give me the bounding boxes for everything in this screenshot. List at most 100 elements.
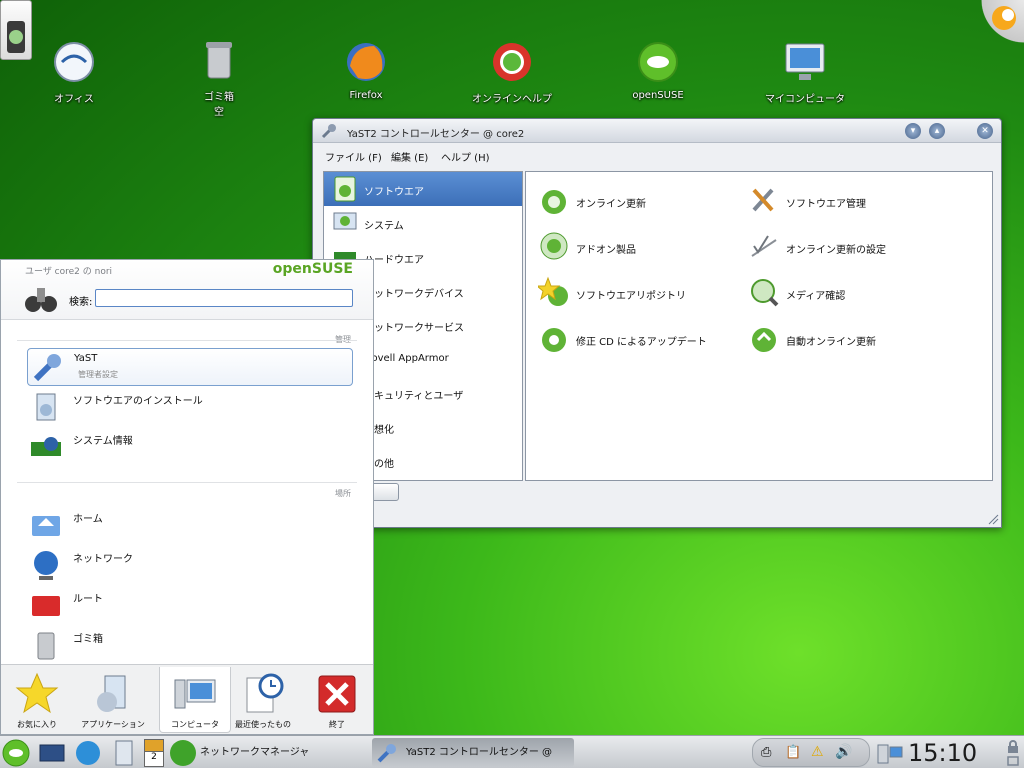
place-network[interactable]: ネットワーク [27,546,353,584]
user-label: ユーザ core2 の nori [25,267,113,277]
module-media-check[interactable]: メディア確認 [748,276,958,310]
recent-clock-icon [246,673,284,713]
tools-icon [752,188,774,212]
show-desktop-icon[interactable] [38,739,66,767]
category-software[interactable]: ソフトウエア [324,172,522,206]
desktop-icon-online-help[interactable]: オンラインヘルプ [464,40,560,105]
menu-help[interactable]: ヘルプ (H) [441,149,490,164]
applications-icon [97,675,126,712]
kickoff-launcher-icon[interactable] [2,739,30,767]
root-folder-icon [32,596,60,616]
browser-globe-icon[interactable] [74,739,102,767]
minimize-button[interactable]: ▾ [905,123,921,139]
volume-icon[interactable]: 🔊 [835,744,852,760]
network-globe-icon [170,740,196,766]
window-title: YaST2 コントロールセンター @ core2 [347,129,525,140]
taskbar: 2 ネットワークマネージャ YaST2 コントロールセンター @ core2 ⎙… [0,735,1024,768]
file-manager-icon[interactable] [110,739,138,767]
magnifier-disc-icon [751,279,779,307]
section-places-label: 場所 [335,489,351,498]
computer-icon [174,679,216,709]
yast-window[interactable]: YaST2 コントロールセンター @ core2 ▾ ▴ ✕ ファイル (F) … [312,118,1002,528]
clipboard-icon[interactable]: 📋 [785,745,801,760]
place-home[interactable]: ホーム [27,506,353,544]
search-input[interactable] [95,289,353,307]
module-addon-products[interactable]: アドオン製品 [538,230,748,264]
desktop-icon-opensuse[interactable]: openSUSE [610,40,706,101]
resize-grip-icon[interactable] [987,513,999,525]
monitor-icon [785,43,825,80]
place-root[interactable]: ルート [27,586,353,624]
menu-edit[interactable]: 編集 (E) [391,149,428,164]
module-patch-cd-update[interactable]: 修正 CD によるアップデート [538,322,748,356]
launcher-item-yast[interactable]: YaST 管理者設定 [27,348,353,386]
category-system[interactable]: システム [324,206,522,240]
lifebuoy-icon [493,43,531,81]
kickoff-tab-bar: お気に入り アプリケーション コンピュータ 最近使ったもの 終了 [1,664,373,734]
desktop-icon-label: Firefox [349,90,383,101]
install-software-icon [36,393,56,421]
launcher-item-software-install[interactable]: ソフトウエアのインストール [27,388,353,426]
desktop-toolbox[interactable] [974,0,1024,46]
divider [17,482,357,483]
star-icon [15,672,59,714]
maximize-button[interactable]: ▴ [929,123,945,139]
module-online-update[interactable]: オンライン更新 [538,184,748,218]
desktop-icon-label: オフィス [54,94,94,105]
menu-file[interactable]: ファイル (F) [325,149,382,164]
clock[interactable]: 15:10 [908,739,977,767]
firefox-icon [347,43,385,81]
trash-icon [37,632,55,660]
kde-cashew-icon [992,6,1016,30]
home-folder-icon [32,516,60,536]
desktop-icon-my-computer[interactable]: マイコンピュータ [757,40,853,105]
printer-icon[interactable]: ⎙ [761,745,771,760]
warning-icon[interactable]: ⚠ [811,744,824,760]
tab-applications[interactable]: アプリケーション [77,667,149,733]
checklist-icon [751,235,777,257]
tab-recent[interactable]: 最近使ったもの [227,667,299,733]
desktop-icon-office[interactable]: オフィス [26,40,122,105]
desktop-icon-firefox[interactable]: Firefox [318,40,414,101]
place-trash[interactable]: ゴミ箱 [27,626,353,664]
pager-desktop-2[interactable]: 2 [145,752,163,762]
task-network-manager[interactable]: ネットワークマネージャ [168,738,368,767]
network-status-icon[interactable] [876,739,904,767]
module-online-update-config[interactable]: オンライン更新の設定 [748,230,958,264]
pager-desktop-1[interactable] [145,740,163,752]
tab-computer[interactable]: コンピュータ [159,667,231,733]
trash-icon [206,42,232,79]
network-globe-icon [34,551,58,580]
system-tray: ⎙ 📋 ⚠ 🔊 [752,738,870,767]
kickoff-menu: ユーザ core2 の nori openSUSE 検索: 管理 YaST 管理… [0,259,374,735]
auto-update-icon [752,328,776,352]
tab-leave[interactable]: 終了 [301,667,373,733]
module-grid: オンライン更新 ソフトウエア管理 アドオン製品 オンライン更新の設定 ソフトウエ… [525,171,993,481]
tab-favorites[interactable]: お気に入り [1,667,73,733]
module-auto-online-update[interactable]: 自動オンライン更新 [748,322,958,356]
system-icon [333,212,357,230]
binoculars-icon [25,288,57,312]
launcher-item-system-info[interactable]: システム情報 [27,428,353,466]
wrench-icon [321,124,336,139]
office-icon [54,42,94,82]
task-yast-control-center[interactable]: YaST2 コントロールセンター @ core2 [372,738,574,767]
opensuse-logo-text: openSUSE [272,261,353,277]
desktop-icon-trash[interactable]: ゴミ箱 空 [171,38,267,118]
system-info-icon [31,437,61,456]
menu-bar: ファイル (F) 編集 (E) ヘルプ (H) [313,143,1001,165]
virtual-desktop-pager[interactable]: 2 [144,739,164,767]
software-icon [334,176,356,202]
online-update-icon [542,190,566,214]
close-button[interactable]: ✕ [977,123,993,139]
module-software-management[interactable]: ソフトウエア管理 [748,184,958,218]
yast-wrench-icon [33,354,61,382]
window-titlebar[interactable]: YaST2 コントロールセンター @ core2 ▾ ▴ ✕ [313,119,1001,143]
module-software-repositories[interactable]: ソフトウエアリポジトリ [538,276,748,310]
lock-icon[interactable] [1006,740,1020,754]
opensuse-icon [638,42,678,82]
divider [17,340,357,341]
desktop-icon-label: マイコンピュータ [765,94,845,105]
desktop-icon-sublabel: 空 [214,107,224,118]
logout-icon[interactable] [1006,755,1020,767]
